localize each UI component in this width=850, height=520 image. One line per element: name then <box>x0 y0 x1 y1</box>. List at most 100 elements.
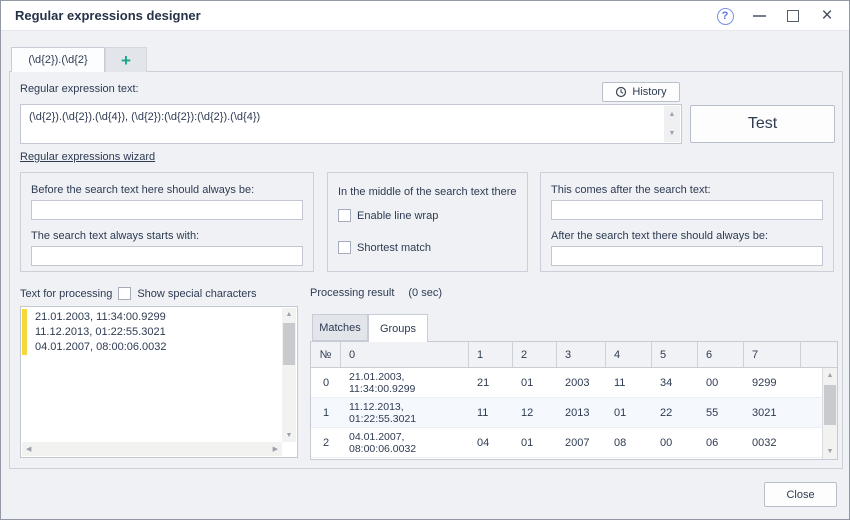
processing-text-line: 11.12.2013, 01:22:55.3021 <box>35 325 279 340</box>
processing-text-line: 21.01.2003, 11:34:00.9299 <box>35 310 279 325</box>
text-horizontal-scrollbar[interactable]: ◀ ▶ <box>22 442 282 456</box>
table-header-cell[interactable]: 6 <box>698 342 744 367</box>
after-panel: This comes after the search text: After … <box>540 172 834 272</box>
enable-line-wrap-checkbox[interactable] <box>338 209 351 222</box>
table-cell: 01 <box>513 377 557 389</box>
table-cell: 11.12.2013, 01:22:55.3021 <box>341 401 469 425</box>
close-button[interactable]: Close <box>764 482 837 507</box>
tab-regex-document[interactable]: (\d{2}).(\d{2} <box>11 47 105 72</box>
history-clock-icon <box>615 86 627 98</box>
table-row[interactable]: 021.01.2003, 11:34:00.929921012003113400… <box>311 368 822 398</box>
scroll-up-icon[interactable]: ▲ <box>823 372 837 379</box>
scrollbar-thumb[interactable] <box>283 323 295 365</box>
table-cell: 06 <box>698 437 744 449</box>
table-header-cell[interactable]: 5 <box>652 342 698 367</box>
table-header-cell[interactable]: 4 <box>606 342 652 367</box>
middle-panel-title: In the middle of the search text there <box>338 186 517 198</box>
scroll-down-icon[interactable]: ▼ <box>282 432 296 439</box>
table-row[interactable]: 204.01.2007, 08:00:06.003204012007080006… <box>311 428 822 458</box>
table-cell: 01 <box>606 407 652 419</box>
table-cell: 2003 <box>557 377 606 389</box>
after-label-2: After the search text there should alway… <box>551 230 768 242</box>
table-cell: 00 <box>652 437 698 449</box>
table-cell: 04.01.2007, 08:00:06.0032 <box>341 431 469 455</box>
designer-panel: Regular expression text: History (\d{2})… <box>9 71 843 469</box>
processing-text-lines: 21.01.2003, 11:34:00.929911.12.2013, 01:… <box>35 310 279 355</box>
result-table-header: №01234567 <box>311 342 837 368</box>
enable-line-wrap-row: Enable line wrap <box>338 209 438 222</box>
history-label: History <box>632 86 666 98</box>
table-header-cell[interactable]: № <box>311 342 341 367</box>
scroll-up-icon[interactable]: ▲ <box>664 111 680 118</box>
window-title: Regular expressions designer <box>15 1 201 31</box>
table-cell: 55 <box>698 407 744 419</box>
table-vertical-scrollbar[interactable]: ▲ ▼ <box>822 368 837 459</box>
table-header-cell[interactable]: 7 <box>744 342 801 367</box>
middle-panel: In the middle of the search text there E… <box>327 172 528 272</box>
scroll-right-icon[interactable]: ▶ <box>273 442 278 456</box>
row-number-cell: 1 <box>311 407 341 419</box>
history-button[interactable]: History <box>602 82 680 102</box>
tab-groups[interactable]: Groups <box>368 314 428 342</box>
scroll-up-icon[interactable]: ▲ <box>282 311 296 318</box>
tab-matches[interactable]: Matches <box>312 314 368 341</box>
show-special-characters-label: Show special characters <box>137 288 256 300</box>
scroll-down-icon[interactable]: ▼ <box>664 130 680 137</box>
before-panel: Before the search text here should alway… <box>20 172 314 272</box>
table-cell: 11 <box>469 407 513 419</box>
table-cell: 0032 <box>744 437 801 449</box>
row-number-cell: 0 <box>311 377 341 389</box>
table-cell: 3021 <box>744 407 801 419</box>
regex-input[interactable]: (\d{2}).(\d{2}).(\d{4}), (\d{2}):(\d{2})… <box>20 104 682 144</box>
processing-text-area[interactable]: 21.01.2003, 11:34:00.929911.12.2013, 01:… <box>20 306 298 458</box>
processing-time: (0 sec) <box>408 287 442 299</box>
show-special-characters-checkbox[interactable] <box>118 287 131 300</box>
table-header-cell[interactable]: 0 <box>341 342 469 367</box>
table-header-cell[interactable]: 2 <box>513 342 557 367</box>
text-for-processing-label: Text for processing <box>20 288 112 300</box>
regex-scrollbar[interactable]: ▲ ▼ <box>664 106 680 142</box>
after-input-1[interactable] <box>551 200 823 220</box>
help-button[interactable]: ? <box>713 1 737 31</box>
table-cell: 12 <box>513 407 557 419</box>
table-cell: 2013 <box>557 407 606 419</box>
scroll-left-icon[interactable]: ◀ <box>26 442 31 456</box>
table-cell: 04 <box>469 437 513 449</box>
table-row[interactable]: 111.12.2013, 01:22:55.302111122013012255… <box>311 398 822 428</box>
before-input-1[interactable] <box>31 200 303 220</box>
result-table-body: 021.01.2003, 11:34:00.929921012003113400… <box>311 368 822 459</box>
tab-label: (\d{2}).(\d{2} <box>28 54 87 66</box>
regex-wizard-link[interactable]: Regular expressions wizard <box>20 151 155 163</box>
before-label-1: Before the search text here should alway… <box>31 184 254 196</box>
table-cell: 2007 <box>557 437 606 449</box>
before-input-2[interactable] <box>31 246 303 266</box>
table-header-cell[interactable]: 1 <box>469 342 513 367</box>
regex-text-label: Regular expression text: <box>20 83 139 95</box>
after-input-2[interactable] <box>551 246 823 266</box>
text-for-processing-row: Text for processing Show special charact… <box>20 287 257 300</box>
minimize-icon <box>753 15 766 17</box>
close-window-button[interactable]: × <box>815 1 839 31</box>
regex-designer-window: Regular expressions designer ? × (\d{2})… <box>0 0 850 520</box>
table-cell: 00 <box>698 377 744 389</box>
minimize-button[interactable] <box>747 1 771 31</box>
help-icon: ? <box>717 8 734 25</box>
table-cell: 34 <box>652 377 698 389</box>
enable-line-wrap-label: Enable line wrap <box>357 210 438 222</box>
table-cell: 11 <box>606 377 652 389</box>
scrollbar-thumb[interactable] <box>824 385 836 425</box>
shortest-match-checkbox[interactable] <box>338 241 351 254</box>
add-tab-button[interactable]: + <box>105 47 147 72</box>
text-vertical-scrollbar[interactable]: ▲ ▼ <box>282 308 296 442</box>
table-header-cell[interactable]: 3 <box>557 342 606 367</box>
after-label-1: This comes after the search text: <box>551 184 711 196</box>
table-cell: 21.01.2003, 11:34:00.9299 <box>341 371 469 395</box>
plus-icon: + <box>121 52 131 69</box>
shortest-match-label: Shortest match <box>357 242 431 254</box>
close-button-label: Close <box>786 489 814 501</box>
processing-text-line: 04.01.2007, 08:00:06.0032 <box>35 340 279 355</box>
scroll-down-icon[interactable]: ▼ <box>823 448 837 455</box>
table-cell: 22 <box>652 407 698 419</box>
maximize-button[interactable] <box>781 1 805 31</box>
test-button[interactable]: Test <box>690 105 835 143</box>
